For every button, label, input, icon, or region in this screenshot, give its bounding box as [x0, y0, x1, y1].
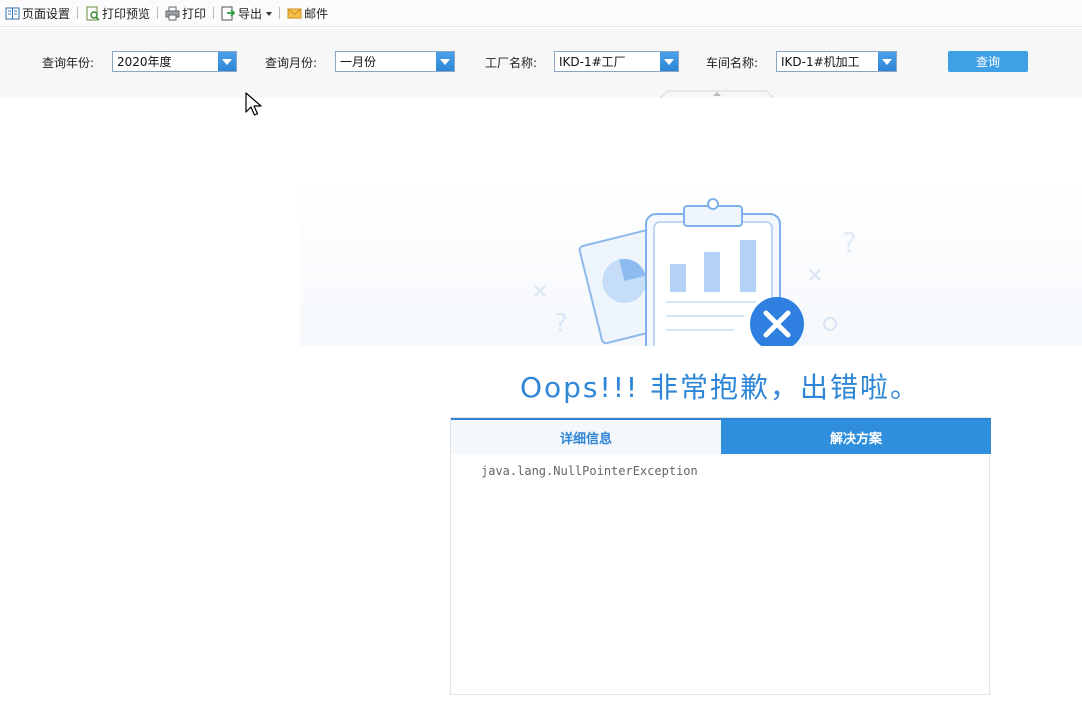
- print-label: 打印: [182, 6, 207, 21]
- chevron-down-icon[interactable]: [660, 52, 678, 71]
- error-report-illustration: ? ?: [534, 198, 857, 346]
- export-icon: [221, 6, 236, 21]
- chevron-down-icon[interactable]: [218, 52, 236, 71]
- year-value: 2020年度: [117, 55, 172, 69]
- toolbar-divider: [279, 7, 281, 19]
- toolbar: 页面设置 打印预览 打印 导出 邮件: [0, 0, 1082, 27]
- page-setup-label: 页面设置: [22, 6, 71, 21]
- export-label: 导出: [238, 6, 263, 21]
- mail-button[interactable]: 邮件: [284, 3, 331, 23]
- query-button[interactable]: 查询: [948, 51, 1028, 72]
- mail-label: 邮件: [304, 6, 329, 21]
- tab-solution[interactable]: 解决方案: [721, 420, 991, 454]
- export-button[interactable]: 导出: [218, 3, 275, 23]
- month-value: 一月份: [340, 55, 377, 69]
- toolbar-divider: [157, 7, 159, 19]
- collapse-handle[interactable]: [660, 90, 774, 98]
- page-setup-button[interactable]: 页面设置: [2, 3, 73, 23]
- month-label: 查询月份:: [265, 56, 318, 70]
- filter-bar: 查询年份: 2020年度 查询月份: 一月份 工厂名称: IKD-1#工厂 车间…: [0, 28, 1082, 98]
- error-panel: 详细信息 解决方案 java.lang.NullPointerException: [450, 417, 991, 695]
- factory-label: 工厂名称:: [485, 56, 538, 70]
- mouse-cursor-icon: [245, 92, 262, 116]
- workshop-select[interactable]: IKD-1#机加工: [776, 51, 897, 72]
- print-button[interactable]: 打印: [162, 3, 209, 23]
- month-select[interactable]: 一月份: [335, 51, 455, 72]
- print-preview-button[interactable]: 打印预览: [82, 3, 153, 23]
- mail-icon: [287, 6, 302, 21]
- year-select[interactable]: 2020年度: [112, 51, 237, 72]
- toolbar-divider: [213, 7, 215, 19]
- chevron-down-icon[interactable]: [436, 52, 454, 71]
- workshop-value: IKD-1#机加工: [781, 55, 860, 69]
- toolbar-divider: [77, 7, 79, 19]
- chevron-down-icon[interactable]: [878, 52, 896, 71]
- printer-icon: [165, 6, 180, 21]
- chevron-down-icon: [266, 12, 273, 16]
- svg-text:?: ?: [842, 226, 857, 259]
- error-detail-text: java.lang.NullPointerException: [481, 464, 698, 478]
- svg-text:?: ?: [554, 309, 568, 339]
- factory-value: IKD-1#工厂: [559, 55, 626, 69]
- year-label: 查询年份:: [42, 56, 95, 70]
- factory-select[interactable]: IKD-1#工厂: [554, 51, 679, 72]
- error-tabs: 详细信息 解决方案: [451, 418, 991, 454]
- print-preview-label: 打印预览: [102, 6, 151, 21]
- error-title: Oops!!! 非常抱歉，出错啦。: [519, 371, 921, 404]
- page-setup-icon: [5, 6, 20, 21]
- print-preview-icon: [85, 6, 100, 21]
- workshop-label: 车间名称:: [706, 56, 759, 70]
- tab-details[interactable]: 详细信息: [451, 420, 721, 454]
